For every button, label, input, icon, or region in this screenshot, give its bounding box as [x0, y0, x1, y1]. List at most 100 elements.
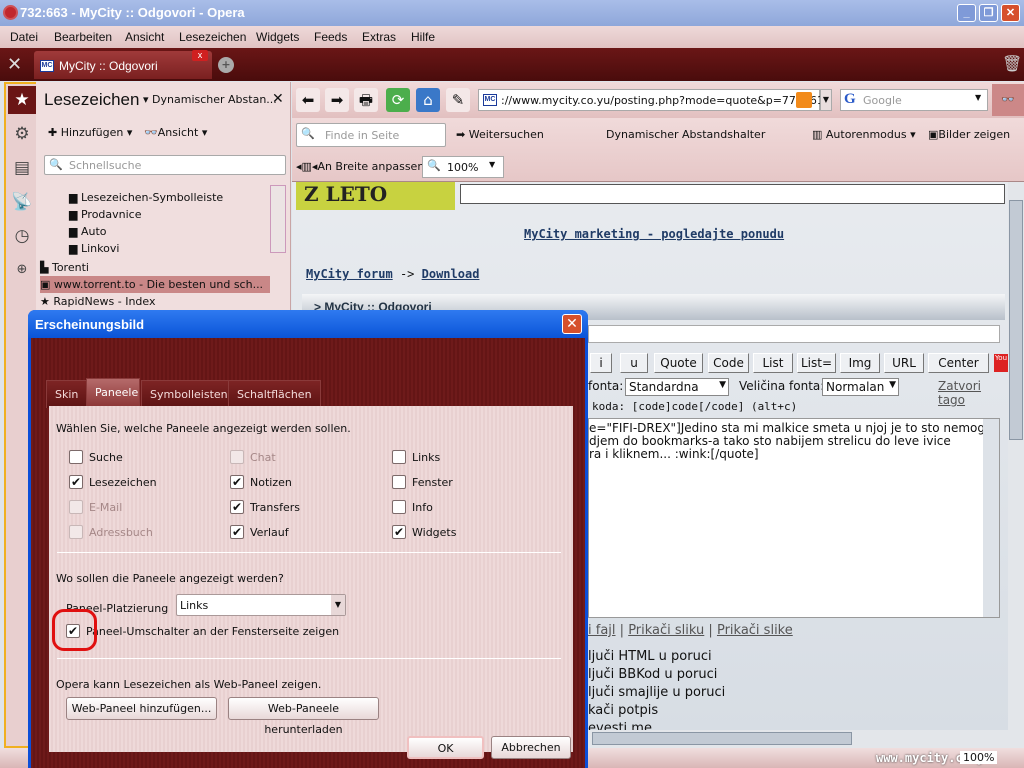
option-disable-smilies[interactable]: ljuči smajlije u poruci [588, 684, 725, 702]
menu-feeds[interactable]: Feeds [314, 30, 347, 44]
bookmark-item-selected[interactable]: ▣ www.torrent.to - Die besten und sch... [40, 276, 270, 293]
tab-skin[interactable]: Skin [46, 380, 88, 408]
tab-close-icon[interactable]: x [192, 50, 208, 61]
attach-image-link[interactable]: Prikači sliku [628, 623, 704, 638]
tab-schaltflaechen[interactable]: Schaltflächen [228, 380, 321, 408]
fit-width-button[interactable]: ◂▥◂An Breite anpassen [296, 160, 424, 173]
history-clock-icon[interactable]: ◷ [8, 222, 36, 250]
wand-icon[interactable]: ✎ [446, 88, 470, 112]
add-panel-icon[interactable]: ⊕ [8, 256, 36, 284]
close-tags-link[interactable]: Zatvori tago [938, 379, 1008, 407]
textarea-scrollbar[interactable] [983, 419, 999, 617]
author-mode-button[interactable]: ▥ Autorenmodus ▾ [812, 128, 916, 141]
marketing-link[interactable]: MyCity marketing - pogledajte ponudu [524, 227, 784, 241]
find-next-button[interactable]: ➡ Weitersuchen [456, 128, 544, 141]
checkbox-widgets[interactable]: ✔ [392, 525, 406, 539]
checkbox-info[interactable] [392, 500, 406, 514]
bb-list-ordered-button[interactable]: List= [797, 353, 836, 373]
bb-underline-button[interactable]: u [620, 353, 648, 373]
menu-hilfe[interactable]: Hilfe [411, 30, 435, 44]
view-button[interactable]: 👓Ansicht ▾ [144, 126, 207, 139]
search-dropdown-icon[interactable]: ▼ [975, 93, 981, 102]
checkbox-notizen[interactable]: ✔ [230, 475, 244, 489]
trash-icon[interactable]: 🗑 [1002, 54, 1022, 73]
folder-item[interactable]: ▆ Auto [69, 223, 223, 240]
option-disable-bbcode[interactable]: ljuči BBKod u poruci [588, 666, 725, 684]
bookmarks-panel-star-icon[interactable]: ★ [8, 86, 36, 114]
menu-bearbeiten[interactable]: Bearbeiten [54, 30, 112, 44]
checkbox-verlauf[interactable]: ✔ [230, 525, 244, 539]
bb-url-button[interactable]: URL [884, 353, 924, 373]
option-notify[interactable]: evesti me [588, 720, 725, 730]
status-zoom[interactable]: 100% [960, 751, 998, 764]
folder-item[interactable]: ▆ Linkovi [69, 240, 223, 257]
close-button[interactable]: ✕ [1001, 4, 1020, 22]
tools-icon[interactable]: ✕ [7, 54, 22, 75]
maximize-button[interactable]: ❐ [979, 4, 998, 22]
bookmark-item[interactable]: ▙ Torenti [40, 259, 270, 276]
quick-search-input[interactable]: 🔍 Schnellsuche [44, 155, 286, 175]
zoom-select[interactable]: 🔍 100% ▼ [422, 156, 504, 178]
breadcrumb-download[interactable]: Download [422, 267, 480, 281]
tab-paneele[interactable]: Paneele [86, 378, 140, 408]
transfers-satellite-icon[interactable]: 📡 [8, 188, 36, 216]
tab-mycity[interactable]: MC MyCity :: Odgovori x [34, 50, 212, 79]
dialog-close-button[interactable]: ✕ [562, 314, 582, 334]
menu-lesezeichen[interactable]: Lesezeichen [179, 30, 246, 44]
attach-images-link[interactable]: Prikači slike [717, 623, 793, 638]
size-select[interactable]: Normalan ▼ [822, 378, 899, 396]
notes-icon[interactable]: ▤ [8, 154, 36, 182]
print-icon[interactable]: 🖶 [354, 88, 378, 112]
checkbox-fenster[interactable] [392, 475, 406, 489]
add-web-panel-button[interactable]: Web-Paneel hinzufügen... [66, 697, 217, 720]
placement-select[interactable]: Links ▼ [176, 594, 346, 616]
forward-button[interactable]: ➡ [325, 88, 349, 112]
bb-code-button[interactable]: Code [708, 353, 749, 373]
bb-quote-button[interactable]: Quote [654, 353, 703, 373]
attach-file-link[interactable]: i fajl [588, 623, 616, 638]
checkbox-suche[interactable] [69, 450, 83, 464]
bb-img-button[interactable]: Img [840, 353, 880, 373]
checkbox-transfers[interactable]: ✔ [230, 500, 244, 514]
folder-item[interactable]: ▆ Prodavnice [69, 206, 223, 223]
add-bookmark-button[interactable]: ✚ Hinzufügen ▾ [48, 126, 132, 139]
tab-symbolleisten[interactable]: Symbolleisten [141, 380, 237, 408]
address-dropdown[interactable]: ▼ [820, 89, 832, 111]
menu-ansicht[interactable]: Ansicht [125, 30, 164, 44]
glasses-icon[interactable]: 👓 [992, 84, 1024, 116]
panel-dropdown[interactable]: ▾ Dynamischer Abstan... [143, 93, 277, 106]
bb-center-button[interactable]: Center [928, 353, 989, 373]
folder-scrollbar[interactable] [270, 185, 286, 253]
back-button[interactable]: ⬅ [296, 88, 320, 112]
minimize-button[interactable]: _ [957, 4, 976, 22]
youtube-icon[interactable]: You [994, 354, 1008, 372]
find-in-page-input[interactable]: 🔍 Finde in Seite [296, 123, 446, 147]
ok-button[interactable]: OK [407, 736, 484, 759]
show-images-button[interactable]: ▣Bilder zeigen [928, 128, 1010, 141]
menu-extras[interactable]: Extras [362, 30, 396, 44]
subject-input[interactable] [588, 325, 1000, 343]
breadcrumb-forum[interactable]: MyCity forum [306, 267, 393, 281]
bb-italic-button[interactable]: i [590, 353, 612, 373]
option-attach-signature[interactable]: kači potpis [588, 702, 725, 720]
panel-close-icon[interactable]: ✕ [272, 91, 284, 107]
folder-item[interactable]: ▆ Lesezeichen-Symbolleiste [69, 189, 223, 206]
bb-list-button[interactable]: List [753, 353, 793, 373]
menu-widgets[interactable]: Widgets [256, 30, 299, 44]
option-disable-html[interactable]: ljuči HTML u poruci [588, 648, 725, 666]
download-web-panels-button[interactable]: Web-Paneele herunterladen [228, 697, 379, 736]
page-vertical-scrollbar[interactable] [1008, 182, 1024, 730]
message-textarea[interactable]: e="FIFI-DREX"]Jedino sta mi malkice smet… [588, 418, 1000, 618]
checkbox-lesezeichen[interactable]: ✔ [69, 475, 83, 489]
reload-button[interactable]: ⟳ [386, 88, 410, 112]
rss-feed-icon[interactable] [796, 92, 812, 108]
zoom-dropdown-icon[interactable]: ▼ [489, 160, 495, 169]
new-tab-button[interactable]: + [218, 57, 234, 73]
checkbox-links[interactable] [392, 450, 406, 464]
menu-datei[interactable]: Datei [10, 30, 38, 44]
home-button[interactable]: ⌂ [416, 88, 440, 112]
cancel-button[interactable]: Abbrechen [491, 736, 571, 759]
search-field[interactable]: G Google ▼ [840, 89, 988, 111]
bookmark-item[interactable]: ★ RapidNews - Index [40, 293, 270, 310]
font-select[interactable]: Standardna ▼ [625, 378, 729, 396]
